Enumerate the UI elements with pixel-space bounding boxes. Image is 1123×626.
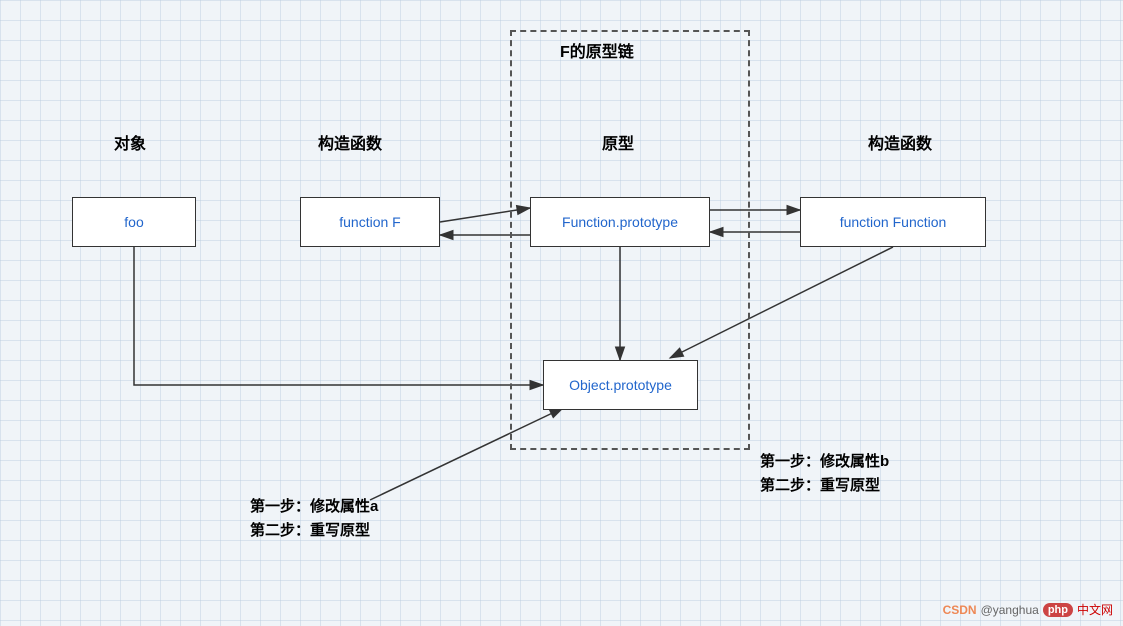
left-step1-text: 第一步：修改属性a xyxy=(250,495,378,519)
watermark: CSDN @yanghua php 中文网 xyxy=(943,601,1113,618)
box-function-function: function Function xyxy=(800,197,986,247)
col-label-object: 对象 xyxy=(80,130,180,154)
left-annotation: 第一步：修改属性a 第二步：重写原型 xyxy=(250,495,378,543)
left-step2-text: 第二步：重写原型 xyxy=(250,519,378,543)
col-label-constructor1: 构造函数 xyxy=(280,130,420,154)
box-object-prototype: Object.prototype xyxy=(543,360,698,410)
right-step2-text: 第二步：重写原型 xyxy=(760,474,889,498)
diagram-container: F的原型链 对象 构造函数 原型 构造函数 foo function F Fun… xyxy=(0,0,1123,626)
box-function-f: function F xyxy=(300,197,440,247)
csdn-label: CSDN xyxy=(943,603,977,617)
dashed-box-title: F的原型链 xyxy=(560,38,634,62)
right-annotation: 第一步：修改属性b 第二步：重写原型 xyxy=(760,450,889,498)
cn-label: 中文网 xyxy=(1077,601,1113,618)
username-label: @yanghua xyxy=(981,603,1039,617)
box-function-prototype: Function.prototype xyxy=(530,197,710,247)
col-label-prototype: 原型 xyxy=(548,130,688,154)
php-badge: php xyxy=(1043,603,1073,617)
box-foo: foo xyxy=(72,197,196,247)
right-step1-text: 第一步：修改属性b xyxy=(760,450,889,474)
col-label-constructor2: 构造函数 xyxy=(820,130,980,154)
